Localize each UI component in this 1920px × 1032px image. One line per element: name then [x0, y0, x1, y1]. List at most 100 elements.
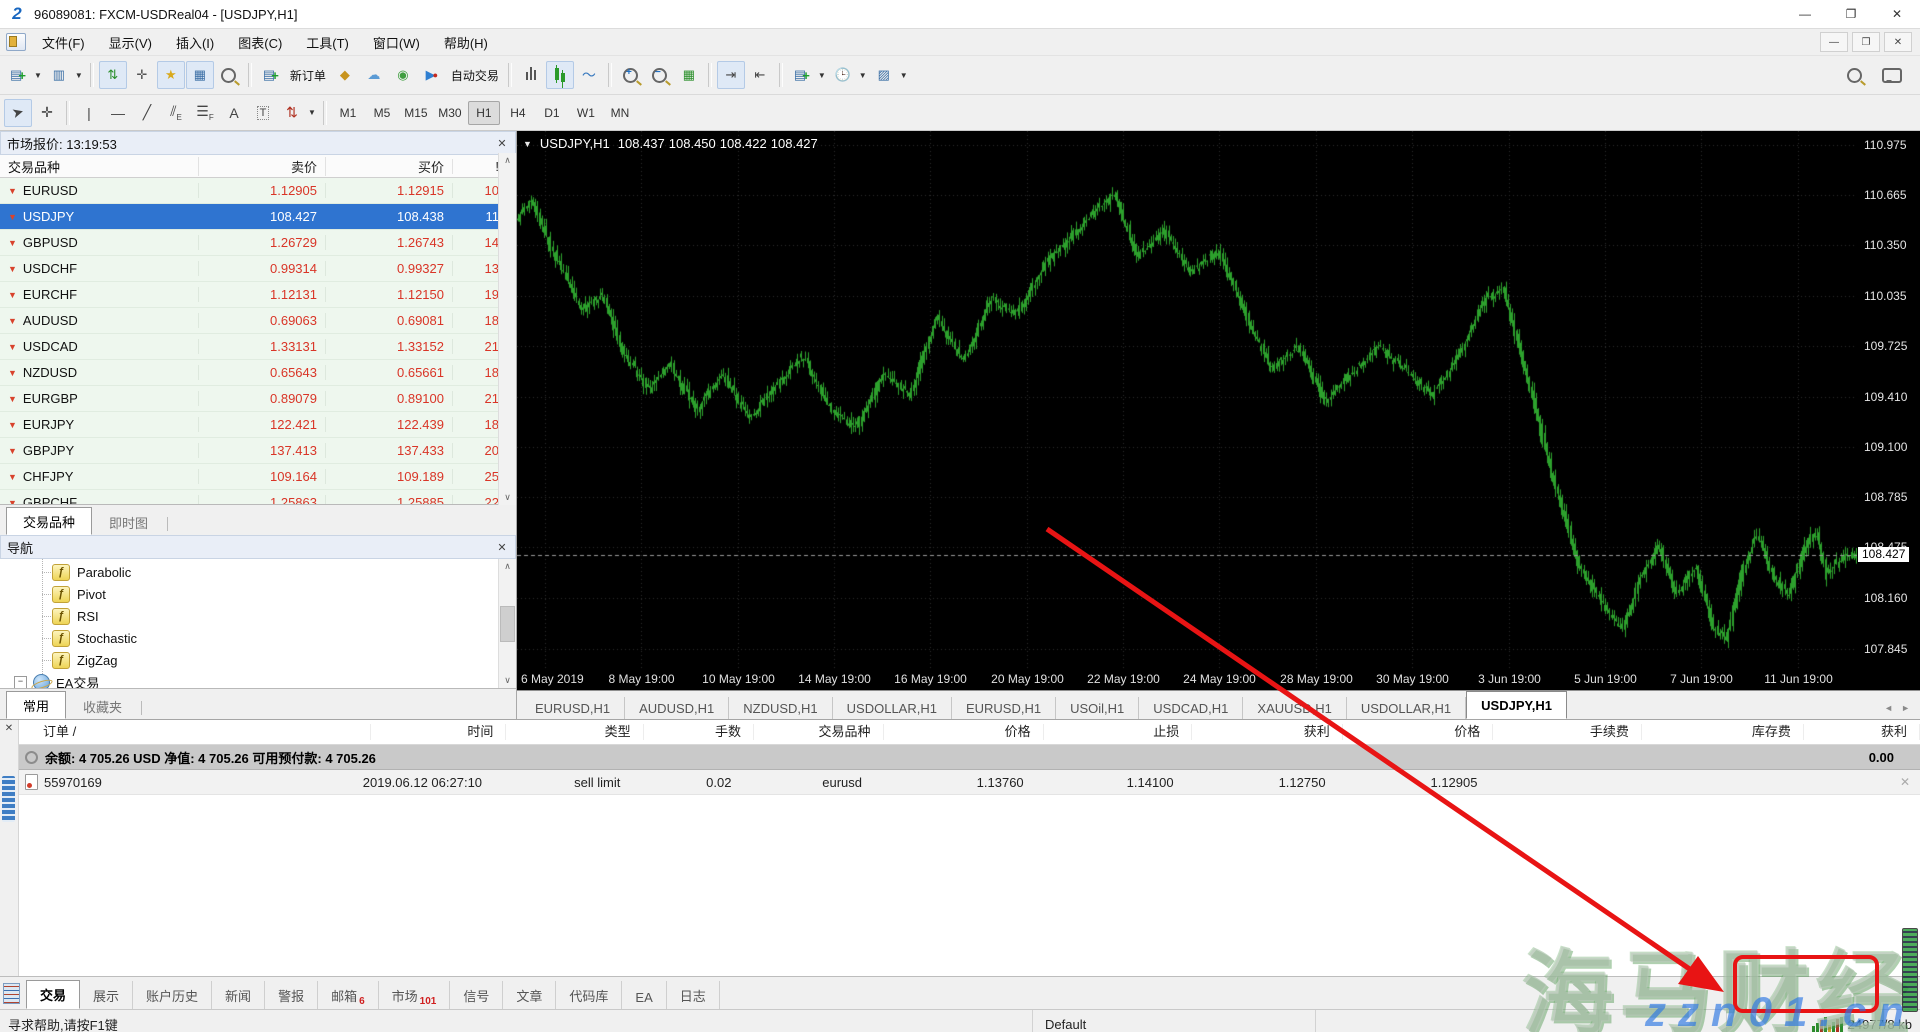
menu-item-4[interactable]: 工具(T) — [294, 31, 361, 53]
column-symbol[interactable]: 交易品种 — [0, 157, 198, 176]
terminal-tab-9[interactable]: 代码库 — [556, 981, 623, 1009]
menu-item-5[interactable]: 窗口(W) — [361, 31, 432, 53]
profiles-icon[interactable]: ▥ — [45, 61, 73, 89]
market-watch-row[interactable]: ▼ USDCHF 0.99314 0.99327 13 — [0, 256, 516, 282]
timeframe-d1[interactable]: D1 — [536, 101, 568, 125]
navigator-item-pivot[interactable]: ƒ Pivot — [42, 583, 498, 605]
zoom-in-icon[interactable]: + — [617, 61, 645, 89]
terminal-tab-0[interactable]: 交易 — [26, 980, 81, 1009]
text-label-tool-icon[interactable]: T — [249, 99, 277, 127]
chart-tab-5[interactable]: USOil,H1 — [1056, 697, 1140, 719]
market-watch-row[interactable]: ▼ GBPUSD 1.26729 1.26743 14 — [0, 230, 516, 256]
mdi-restore-button[interactable]: ❐ — [1852, 32, 1880, 52]
chart-shift-icon[interactable]: ⇤ — [746, 61, 774, 89]
tab-tick-chart[interactable]: 即时图 — [92, 510, 165, 535]
navigator-scrollbar[interactable]: ∧ ∨ — [498, 559, 516, 688]
fibonacci-tool-icon[interactable]: ☰F — [191, 99, 219, 127]
timeframe-mn[interactable]: MN — [604, 101, 636, 125]
periods-icon[interactable]: 🕒 — [829, 61, 857, 89]
chart-tab-4[interactable]: EURUSD,H1 — [952, 697, 1057, 719]
equidistant-channel-tool-icon[interactable]: ⫽E — [162, 99, 190, 127]
indicators-dropdown-icon[interactable]: ▼ — [818, 71, 826, 80]
new-order-button[interactable]: 新订单 — [290, 67, 326, 84]
orders-column-1[interactable]: 时间 — [371, 724, 507, 740]
orders-column-5[interactable]: 价格 — [884, 724, 1044, 740]
timeframe-m30[interactable]: M30 — [434, 101, 466, 125]
terminal-tab-1[interactable]: 展示 — [80, 981, 134, 1009]
signals-icon[interactable]: ◉ — [389, 61, 417, 89]
chart-tab-9[interactable]: USDJPY,H1 — [1466, 691, 1567, 719]
vertical-line-tool-icon[interactable]: | — [75, 99, 103, 127]
chat-icon[interactable] — [1878, 61, 1906, 89]
timeframe-m15[interactable]: M15 — [400, 101, 432, 125]
new-order-icon[interactable]: ▤ + — [257, 61, 285, 89]
orders-column-10[interactable]: 库存费 — [1642, 724, 1804, 740]
tab-common[interactable]: 常用 — [6, 691, 67, 719]
orders-column-9[interactable]: 手续费 — [1493, 724, 1642, 740]
terminal-toggle-icon[interactable]: ▦ — [185, 61, 214, 89]
terminal-tab-3[interactable]: 新闻 — [212, 981, 266, 1009]
chart-dropdown-icon[interactable]: ▼ — [523, 139, 532, 149]
horizontal-line-tool-icon[interactable]: — — [104, 99, 132, 127]
orders-column-2[interactable]: 类型 — [506, 724, 644, 740]
metaeditor-icon[interactable]: ◆ — [331, 61, 359, 89]
mql5-community-icon[interactable]: ☁ — [360, 61, 388, 89]
market-watch-close-icon[interactable]: ✕ — [495, 137, 509, 150]
chart-tab-1[interactable]: AUDUSD,H1 — [625, 697, 730, 719]
collapse-icon[interactable]: − — [14, 675, 27, 688]
column-bid[interactable]: 卖价 — [198, 156, 325, 176]
terminal-tab-11[interactable]: 日志 — [667, 981, 720, 1009]
chart-tab-2[interactable]: NZDUSD,H1 — [729, 697, 833, 719]
auto-trading-button[interactable]: 自动交易 — [451, 67, 499, 84]
trendline-tool-icon[interactable]: ╱ — [133, 99, 161, 127]
candlestick-chart[interactable] — [517, 131, 1857, 669]
scroll-thumb[interactable] — [500, 605, 515, 642]
orders-column-3[interactable]: 手数 — [644, 724, 754, 740]
order-close-icon[interactable]: ✕ — [1900, 775, 1910, 789]
market-watch-row[interactable]: ▼ USDCAD 1.33131 1.33152 21 — [0, 334, 516, 360]
orders-column-4[interactable]: 交易品种 — [754, 724, 884, 740]
chart-tab-6[interactable]: USDCAD,H1 — [1139, 697, 1244, 719]
maximize-button[interactable]: ❐ — [1828, 0, 1874, 28]
timeframe-w1[interactable]: W1 — [570, 101, 602, 125]
line-chart-icon[interactable]: 〜 — [575, 61, 603, 89]
tab-scroll-right-icon[interactable]: ► — [1901, 703, 1910, 713]
navigator-item-zigzag[interactable]: ƒ ZigZag — [42, 649, 498, 671]
menu-item-0[interactable]: 文件(F) — [30, 31, 97, 53]
order-row[interactable]: 55970169 2019.06.12 06:27:10 sell limit 0.0… — [19, 770, 1920, 795]
crosshair-tool-icon[interactable]: ✛ — [33, 99, 61, 127]
cursor-tool-icon[interactable]: ➤ — [4, 98, 32, 127]
text-tool-icon[interactable]: A — [220, 99, 248, 127]
navigator-item-rsi[interactable]: ƒ RSI — [42, 605, 498, 627]
chart-tab-3[interactable]: USDOLLAR,H1 — [833, 697, 952, 719]
mdi-close-button[interactable]: ✕ — [1884, 32, 1912, 52]
indicators-icon[interactable]: ▤ + — [788, 61, 816, 89]
timeframe-m1[interactable]: M1 — [332, 101, 364, 125]
terminal-tab-10[interactable]: EA — [622, 981, 667, 1009]
zoom-out-icon[interactable]: − — [646, 61, 674, 89]
market-watch-row[interactable]: ▼ EURGBP 0.89079 0.89100 21 — [0, 386, 516, 412]
status-profile[interactable]: Default — [1032, 1010, 1315, 1032]
tab-favorites[interactable]: 收藏夹 — [66, 694, 139, 719]
terminal-close-icon[interactable]: ✕ — [0, 723, 18, 734]
scroll-up-icon[interactable]: ∧ — [504, 561, 511, 572]
terminal-tab-8[interactable]: 文章 — [503, 981, 557, 1009]
mdi-minimize-button[interactable]: — — [1820, 32, 1848, 52]
price-axis[interactable]: 108.427 110.975 110.665 110.350 110.035 109.… — [1857, 131, 1920, 669]
new-chart-dropdown-icon[interactable]: ▼ — [34, 71, 42, 80]
market-watch-scrollbar[interactable]: ∧ ∨ — [498, 153, 516, 505]
profiles-dropdown-icon[interactable]: ▼ — [75, 71, 83, 80]
chart-tab-8[interactable]: USDOLLAR,H1 — [1347, 697, 1467, 719]
scroll-up-icon[interactable]: ∧ — [504, 155, 511, 166]
chart-area[interactable]: ▼ USDJPY,H1 108.437 108.450 108.422 108.… — [517, 131, 1920, 690]
candlestick-chart-icon[interactable] — [545, 61, 574, 89]
orders-column-8[interactable]: 价格 — [1343, 724, 1494, 740]
orders-column-7[interactable]: 获利 — [1192, 724, 1343, 740]
navigator-toggle-icon[interactable]: ★ — [156, 61, 185, 89]
scroll-down-icon[interactable]: ∨ — [504, 492, 511, 503]
menu-item-6[interactable]: 帮助(H) — [432, 31, 500, 53]
auto-scroll-icon[interactable]: ⇥ — [716, 61, 745, 89]
chart-tab-7[interactable]: XAUUSD,H1 — [1243, 697, 1347, 719]
timeframe-m5[interactable]: M5 — [366, 101, 398, 125]
timeframe-h1[interactable]: H1 — [467, 100, 500, 125]
